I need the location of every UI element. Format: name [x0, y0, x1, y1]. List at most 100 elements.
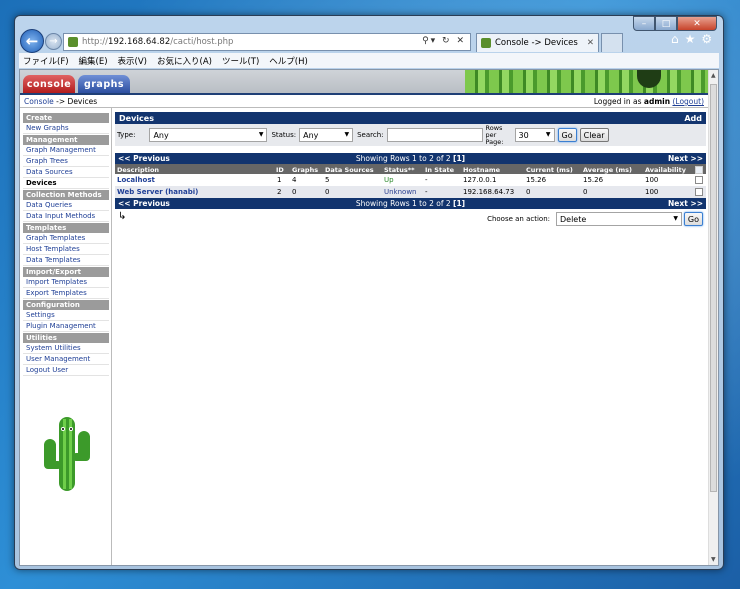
back-button[interactable]: ← [20, 29, 44, 53]
sidebar-divider [111, 108, 112, 565]
select-all-checkbox[interactable] [695, 166, 703, 174]
selection-arrow-icon: ↳ [118, 211, 127, 222]
scrollbar-thumb[interactable] [710, 84, 717, 492]
sidebar-item-graph-templates[interactable]: Graph Templates [23, 233, 109, 244]
row-checkbox[interactable] [695, 188, 703, 196]
action-go-button[interactable]: Go [683, 212, 703, 226]
menu-help[interactable]: ヘルプ(H) [269, 55, 308, 67]
col-id[interactable]: ID [276, 166, 284, 174]
type-select[interactable]: Any ▼ [149, 128, 268, 142]
breadcrumb: Console -> Devices [24, 97, 97, 106]
dropdown-arrow-icon: ▼ [673, 215, 678, 222]
tab-close-icon[interactable]: ✕ [587, 38, 594, 48]
sidebar-item-import-templates[interactable]: Import Templates [23, 277, 109, 288]
sidebar-item-graph-management[interactable]: Graph Management [23, 145, 109, 156]
menu-tools[interactable]: ツール(T) [222, 55, 259, 67]
status-select[interactable]: Any ▼ [299, 128, 354, 142]
breadcrumb-console-link[interactable]: Console [24, 97, 54, 106]
col-average-ms[interactable]: Average (ms) [583, 166, 632, 174]
choose-action-label: Choose an action: [487, 215, 550, 223]
col-description[interactable]: Description [117, 166, 159, 174]
new-tab-button[interactable] [601, 33, 623, 52]
col-hostname[interactable]: Hostname [463, 166, 500, 174]
back-arrow-icon: ← [25, 32, 39, 50]
minimize-button[interactable]: – [633, 16, 655, 31]
action-select[interactable]: Delete ▼ [556, 212, 682, 226]
cell-current: 15.26 [526, 176, 547, 184]
sidebar-item-graph-trees[interactable]: Graph Trees [23, 156, 109, 167]
sidebar-item-data-templates[interactable]: Data Templates [23, 255, 109, 266]
menu-favorites[interactable]: お気に入り(A) [157, 55, 212, 67]
col-current-ms[interactable]: Current (ms) [526, 166, 573, 174]
menu-edit[interactable]: 編集(E) [79, 55, 108, 67]
pager-prev-link[interactable]: << Previous [118, 199, 170, 208]
search-label: Search: [357, 131, 384, 139]
sidebar-item-logout-user[interactable]: Logout User [23, 365, 109, 376]
scroll-down-icon[interactable]: ▼ [711, 556, 716, 563]
close-window-button[interactable]: ✕ [677, 16, 717, 31]
sidebar-item-system-utilities[interactable]: System Utilities [23, 343, 109, 354]
pager-page-link[interactable]: [1] [453, 199, 465, 208]
status-label: Status: [271, 131, 297, 139]
sidebar-item-export-templates[interactable]: Export Templates [23, 288, 109, 299]
maximize-button[interactable]: □ [655, 16, 677, 31]
tab-favicon-icon [481, 38, 491, 48]
sidebar-item-user-management[interactable]: User Management [23, 354, 109, 365]
pager-next-link[interactable]: Next >> [668, 199, 703, 208]
login-status: Logged in as admin (Logout) [594, 97, 704, 106]
favorites-star-icon[interactable]: ★ [685, 32, 702, 46]
sidebar-section-collection-methods: Collection Methods [23, 190, 109, 200]
menu-view[interactable]: 表示(V) [118, 55, 147, 67]
menu-file[interactable]: ファイル(F) [23, 55, 69, 67]
search-input[interactable] [386, 128, 483, 142]
col-data-sources[interactable]: Data Sources [325, 166, 374, 174]
device-link[interactable]: Web Server (hanabi) [117, 188, 198, 196]
forward-button[interactable]: → [45, 33, 62, 50]
sidebar-item-devices[interactable]: Devices [23, 178, 109, 189]
dropdown-arrow-icon: ▼ [344, 131, 350, 138]
sidebar-item-settings[interactable]: Settings [23, 310, 109, 321]
rows-per-page-label: Rows per Page: [486, 124, 506, 146]
settings-gear-icon[interactable]: ⚙ [701, 32, 718, 46]
cell-data-sources: 0 [325, 188, 330, 196]
col-availability[interactable]: Availability [645, 166, 686, 174]
add-device-link[interactable]: Add [684, 114, 702, 123]
device-link[interactable]: Localhost [117, 176, 155, 184]
col-status[interactable]: Status** [384, 166, 415, 174]
cell-status: Up [384, 176, 394, 184]
vertical-scrollbar[interactable]: ▲ ▼ [708, 70, 718, 565]
action-select-value: Delete [560, 214, 587, 224]
filter-clear-button[interactable]: Clear [579, 128, 609, 142]
pager-next-link[interactable]: Next >> [668, 154, 703, 163]
forward-arrow-icon: → [49, 36, 58, 47]
sidebar-item-data-input-methods[interactable]: Data Input Methods [23, 211, 109, 222]
browser-tab[interactable]: Console -> Devices ✕ [476, 33, 599, 52]
col-in-state[interactable]: In State [425, 166, 454, 174]
pager-prev-link[interactable]: << Previous [118, 154, 170, 163]
scroll-up-icon[interactable]: ▲ [711, 72, 716, 79]
tab-graphs[interactable]: graphs [78, 75, 130, 93]
cacti-header: console graphs [20, 70, 709, 93]
home-icon[interactable]: ⌂ [671, 32, 685, 46]
cell-id: 2 [277, 188, 282, 196]
devices-panel: Devices Add Type: Any ▼ Status: Any ▼ Se… [115, 112, 706, 229]
cell-current: 0 [526, 188, 531, 196]
cell-data-sources: 5 [325, 176, 330, 184]
logout-link[interactable]: (Logout) [672, 97, 704, 106]
filter-go-button[interactable]: Go [557, 128, 577, 142]
row-checkbox[interactable] [695, 176, 703, 184]
pager-page-link[interactable]: [1] [453, 154, 465, 163]
sidebar-item-data-queries[interactable]: Data Queries [23, 200, 109, 211]
address-bar[interactable]: http:// 192.168.64.82 /cacti/host.php ⚲▾… [63, 33, 471, 51]
sidebar-item-new-graphs[interactable]: New Graphs [23, 123, 109, 134]
login-prefix: Logged in as [593, 97, 642, 106]
col-graphs[interactable]: Graphs [292, 166, 318, 174]
sidebar-item-plugin-management[interactable]: Plugin Management [23, 321, 109, 332]
rows-per-page-select[interactable]: 30 ▼ [514, 128, 555, 142]
address-tools-icons[interactable]: ⚲▾ ↻ ✕ [422, 36, 466, 46]
cell-hostname: 127.0.0.1 [463, 176, 497, 184]
tab-console[interactable]: console [23, 75, 75, 93]
sidebar-item-data-sources[interactable]: Data Sources [23, 167, 109, 178]
sidebar-item-host-templates[interactable]: Host Templates [23, 244, 109, 255]
menu-bar: ファイル(F) 編集(E) 表示(V) お気に入り(A) ツール(T) ヘルプ(… [19, 53, 719, 68]
